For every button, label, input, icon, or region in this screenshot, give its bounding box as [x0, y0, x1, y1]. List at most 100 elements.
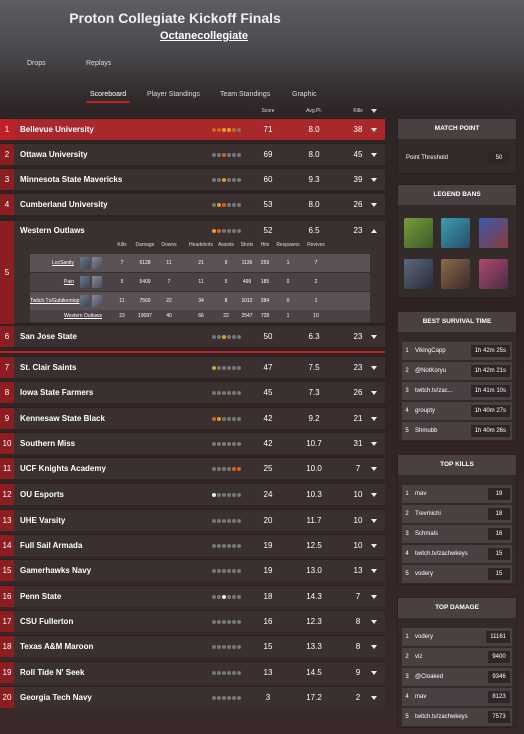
- player-name: vodery: [415, 571, 434, 577]
- player-stats-row: Western Outlaws 23 19097 40 66 22 2547 728 1 10: [30, 310, 370, 322]
- team-row[interactable]: 12 OU Esports 24 10.3 10: [0, 483, 385, 505]
- column-kills[interactable]: Kills: [344, 108, 372, 114]
- placement-dot: [237, 391, 241, 395]
- column-avg-placement[interactable]: Avg.Pl.: [300, 108, 328, 114]
- player-name-link[interactable]: Western Outlaws: [30, 310, 102, 322]
- team-row[interactable]: 14 Full Sail Armada 19 12.5 10: [0, 534, 385, 556]
- expand-icon[interactable]: [371, 620, 377, 624]
- team-row[interactable]: 10 Southern Miss 42 10.7 31: [0, 432, 385, 454]
- kills-cell: 23: [353, 363, 363, 372]
- expand-icon[interactable]: [371, 544, 377, 548]
- team-row[interactable]: 17 CSU Fullerton 16 12.3 8: [0, 610, 385, 632]
- placement-dot: [222, 569, 226, 573]
- expand-icon[interactable]: [371, 595, 377, 599]
- position-number: 5: [405, 714, 409, 720]
- expand-icon[interactable]: [371, 671, 377, 675]
- kills-cell: 8: [355, 642, 361, 651]
- expand-icon[interactable]: [371, 178, 377, 182]
- team-row[interactable]: 2 Ottawa University 69 8.0 45: [0, 143, 385, 165]
- top-kills-panel: TOP KILLS 1 mav 19 2 Trevmichi 18 3 Schmals 16 4 t…: [397, 454, 517, 585]
- team-name: CSU Fullerton: [20, 617, 74, 626]
- team-row[interactable]: 1 Bellevue University 71 8.0 38: [0, 118, 385, 140]
- banned-legend-portrait: [441, 259, 470, 289]
- placement-dot: [232, 128, 236, 132]
- legend-bans-panel: LEGEND BANS: [397, 184, 517, 298]
- team-row[interactable]: 7 St. Clair Saints 47 7.5 23: [0, 356, 385, 378]
- team-row[interactable]: 20 Georgia Tech Navy 3 17.2 2: [0, 686, 385, 708]
- sort-icon[interactable]: [371, 109, 377, 113]
- tab-scoreboard[interactable]: Scoreboard: [86, 88, 131, 103]
- team-row[interactable]: 8 Iowa State Farmers 45 7.3 26: [0, 381, 385, 403]
- tab-graphic[interactable]: Graphic: [288, 88, 321, 101]
- position-number: 1: [405, 348, 409, 354]
- team-row[interactable]: 13 UHE Varsity 20 11.7 10: [0, 509, 385, 531]
- organizer-link[interactable]: Octanecollegiate: [0, 30, 408, 42]
- expand-icon[interactable]: [371, 467, 377, 471]
- stat-value: 19: [488, 488, 510, 500]
- tab-player-standings[interactable]: Player Standings: [143, 88, 204, 101]
- drops-link[interactable]: Drops: [27, 60, 46, 67]
- stat-cell: 22: [166, 298, 172, 304]
- stat-cell: 2547: [241, 313, 253, 319]
- stat-value: 1h 41m 10s: [470, 385, 510, 397]
- placement-dot: [217, 595, 221, 599]
- avg-placement-cell: 17.2: [306, 693, 322, 702]
- stat-column-header: Shots: [240, 242, 254, 248]
- collapse-icon[interactable]: [371, 229, 377, 233]
- expand-icon[interactable]: [371, 645, 377, 649]
- tab-team-standings[interactable]: Team Standings: [216, 88, 274, 101]
- expand-icon[interactable]: [371, 442, 377, 446]
- player-name-link[interactable]: Twitch.Tv/Gobileontop: [30, 292, 79, 310]
- placement-dot: [217, 620, 221, 624]
- placement-dot: [217, 335, 221, 339]
- score-cell: 19: [263, 541, 273, 550]
- team-row[interactable]: 16 Penn State 18 14.3 7: [0, 585, 385, 607]
- stat-cell: 34: [198, 298, 204, 304]
- team-row[interactable]: 15 Gamerhawks Navy 19 13.0 13: [0, 559, 385, 581]
- expand-icon[interactable]: [371, 391, 377, 395]
- placement-dots: [212, 365, 248, 371]
- player-avatar: [80, 276, 90, 288]
- team-row[interactable]: 3 Minnesota State Mavericks 60 9.3 39: [0, 168, 385, 190]
- expand-icon[interactable]: [371, 203, 377, 207]
- kills-cell: 31: [353, 439, 363, 448]
- team-row[interactable]: 19 Roll Tide N' Seek 13 14.5 9: [0, 661, 385, 683]
- placement-dot: [232, 544, 236, 548]
- stat-cell: 1: [286, 260, 290, 266]
- team-row[interactable]: 6 San Jose State 50 6.3 23: [0, 325, 385, 347]
- stat-value: 15: [488, 548, 510, 560]
- player-stats-row: LocSanity 7 6128 11 21 9 1136 259 1 7: [30, 254, 370, 272]
- score-cell: 3: [265, 693, 271, 702]
- placement-dot: [227, 569, 231, 573]
- team-row[interactable]: 4 Cumberland University 53 8.0 26: [0, 193, 385, 215]
- legend-avatar: [92, 295, 102, 307]
- player-name-link[interactable]: Pain: [30, 273, 74, 291]
- expand-icon[interactable]: [371, 569, 377, 573]
- expand-icon[interactable]: [371, 519, 377, 523]
- legend-bans-title: LEGEND BANS: [398, 185, 516, 205]
- placement-dot: [237, 493, 241, 497]
- rank-cell: 13: [0, 510, 14, 531]
- team-row[interactable]: 9 Kennesaw State Black 42 9.2 21: [0, 407, 385, 429]
- expand-icon[interactable]: [371, 335, 377, 339]
- placement-dot: [212, 391, 216, 395]
- expand-icon[interactable]: [371, 128, 377, 132]
- player-name-link[interactable]: LocSanity: [30, 254, 74, 272]
- team-row[interactable]: 11 UCF Knights Academy 25 10.0 7: [0, 457, 385, 479]
- replays-link[interactable]: Replays: [86, 60, 111, 67]
- stat-value: 1h 42m 25s: [470, 345, 510, 357]
- placement-dot: [232, 467, 236, 471]
- expand-icon[interactable]: [371, 417, 377, 421]
- legend-avatar: [92, 257, 102, 269]
- expand-icon[interactable]: [371, 493, 377, 497]
- expand-icon[interactable]: [371, 696, 377, 700]
- expand-icon[interactable]: [371, 153, 377, 157]
- player-avatar: [80, 257, 90, 269]
- column-score[interactable]: Score: [254, 108, 282, 114]
- placement-dot: [232, 229, 236, 233]
- team-row[interactable]: 18 Texas A&M Maroon 15 13.3 8: [0, 635, 385, 657]
- placement-dot: [232, 442, 236, 446]
- placement-dot: [217, 467, 221, 471]
- expand-icon[interactable]: [371, 366, 377, 370]
- placement-dot: [227, 645, 231, 649]
